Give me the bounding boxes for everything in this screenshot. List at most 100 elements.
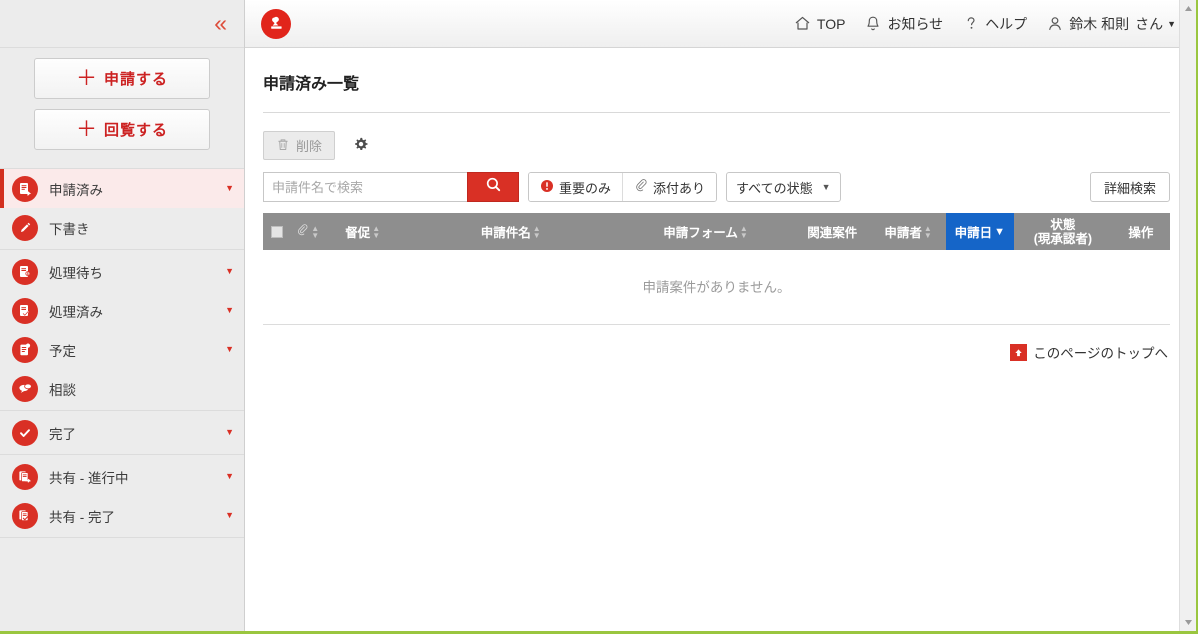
sidebar-header: « bbox=[0, 0, 244, 48]
chevron-down-icon[interactable]: ▼ bbox=[225, 428, 234, 437]
sort-icon[interactable]: ▲ ▼ bbox=[924, 224, 932, 239]
sidebar-item-processed[interactable]: 処理済み ▼ bbox=[0, 291, 244, 330]
state-select[interactable]: すべての状態 ▼ bbox=[726, 172, 841, 202]
sidebar-item-consult[interactable]: 相談 bbox=[0, 369, 244, 408]
apply-date-column[interactable]: 申請日 ▼ bbox=[945, 213, 1015, 250]
chevron-down-icon[interactable]: ▼ bbox=[225, 184, 234, 193]
sidebar-item-label: 申請済み bbox=[49, 182, 103, 198]
sidebar-item-label: 相談 bbox=[49, 382, 76, 398]
back-to-top-link[interactable]: このページのトップへ bbox=[1010, 342, 1168, 362]
sidebar-item-applied[interactable]: 申請済み ▼ bbox=[0, 169, 244, 208]
stamp-logo-icon[interactable] bbox=[261, 8, 291, 39]
chevron-down-icon[interactable]: ▼ bbox=[225, 267, 234, 276]
sidebar-item-label: 処理待ち bbox=[49, 265, 103, 281]
table-header-row: ▲ ▼ 督促 ▲ ▼ 申請件名 ▲ ▼ 申請フォーム ▲ ▼ 関連案件 申請者 … bbox=[263, 213, 1170, 250]
chevron-down-icon[interactable]: ▼ bbox=[225, 472, 234, 481]
sidebar-item-label: 完了 bbox=[49, 426, 76, 442]
applicant-column-label: 申請者 bbox=[884, 226, 922, 240]
vertical-scrollbar[interactable] bbox=[1179, 0, 1196, 631]
sidebar-item-pending[interactable]: 処理待ち ▼ bbox=[0, 252, 244, 291]
paperclip-icon bbox=[634, 178, 648, 196]
sidebar-item-label: 共有 - 進行中 bbox=[49, 470, 129, 486]
status-column-label: 状態 bbox=[1050, 217, 1076, 232]
attachment-column[interactable]: ▲ ▼ bbox=[294, 213, 322, 250]
main-area: TOP お知らせ ヘルプ 鈴木 和則 さん ▼ 申請済み一覧 削除 申請件名で検… bbox=[245, 0, 1196, 631]
subject-column[interactable]: 申請件名 ▲ ▼ bbox=[404, 213, 618, 250]
sidebar-item-completed[interactable]: 完了 ▼ bbox=[0, 413, 244, 452]
scrollbar-track[interactable] bbox=[1180, 17, 1197, 614]
document-check-icon bbox=[12, 297, 38, 324]
select-all-column bbox=[263, 213, 295, 250]
delete-button[interactable]: 削除 bbox=[263, 131, 336, 160]
documents-arrow-icon bbox=[12, 463, 38, 490]
attachment-filter-label: 添付あり bbox=[653, 180, 706, 196]
advanced-search-button[interactable]: 詳細検索 bbox=[1089, 172, 1170, 202]
content-filler bbox=[263, 362, 1170, 631]
attachment-filter-button[interactable]: 添付あり bbox=[622, 173, 717, 201]
sort-icon[interactable]: ▲ ▼ bbox=[372, 224, 380, 239]
sort-icon[interactable]: ▲ ▼ bbox=[311, 224, 319, 239]
notices-link[interactable]: お知らせ bbox=[864, 14, 943, 34]
circulate-button[interactable]: ＋ 回覧する bbox=[34, 109, 210, 150]
plus-icon: ＋ bbox=[75, 67, 98, 90]
sidebar-item-schedule[interactable]: 予定 ▼ bbox=[0, 330, 244, 369]
sidebar-collapse-icon[interactable]: « bbox=[210, 10, 228, 37]
help-link[interactable]: ヘルプ bbox=[962, 14, 1027, 34]
application-window: « ＋ 申請する ＋ 回覧する 申請済み ▼ 下書き 処理待ち ▼ 処理済み ▼… bbox=[0, 0, 1198, 634]
top-link[interactable]: TOP bbox=[793, 14, 845, 33]
sidebar-action-buttons: ＋ 申請する ＋ 回覧する bbox=[0, 48, 244, 168]
list-toolbar: 削除 bbox=[263, 113, 1170, 172]
apply-button-label: 申請する bbox=[103, 71, 168, 88]
filter-button-group: 重要のみ 添付あり bbox=[528, 172, 718, 202]
scroll-up-arrow-icon[interactable] bbox=[1180, 0, 1197, 17]
arrow-up-icon bbox=[1010, 343, 1028, 361]
question-icon bbox=[962, 14, 980, 33]
table-body: 申請案件がありません。 bbox=[263, 250, 1170, 325]
search-box bbox=[263, 172, 519, 202]
empty-state-message: 申請案件がありません。 bbox=[263, 250, 1170, 325]
user-suffix: さん bbox=[1135, 15, 1164, 32]
state-select-value: すべての状態 bbox=[736, 180, 813, 196]
sidebar-group-3: 完了 ▼ bbox=[0, 411, 244, 455]
search-button[interactable] bbox=[467, 172, 519, 202]
top-nav-links: TOP お知らせ ヘルプ 鈴木 和則 さん ▼ bbox=[793, 14, 1188, 34]
magnifier-icon bbox=[484, 175, 503, 199]
documents-check-icon bbox=[12, 502, 38, 529]
pencil-icon bbox=[12, 214, 38, 241]
important-filter-button[interactable]: 重要のみ bbox=[529, 173, 623, 201]
form-column-label: 申請フォーム bbox=[663, 226, 738, 240]
gear-icon[interactable] bbox=[351, 136, 371, 156]
applicant-column[interactable]: 申請者 ▲ ▼ bbox=[870, 213, 946, 250]
page-title: 申請済み一覧 bbox=[263, 48, 1170, 113]
apply-button[interactable]: ＋ 申請する bbox=[34, 58, 210, 99]
search-filter-row: 重要のみ 添付あり すべての状態 ▼ 詳細検索 bbox=[263, 172, 1170, 213]
subject-column-label: 申請件名 bbox=[480, 226, 531, 240]
search-input[interactable] bbox=[263, 172, 467, 202]
sort-icon-desc[interactable]: ▼ bbox=[994, 226, 1005, 237]
page-content: 申請済み一覧 削除 申請件名で検索 重要のみ 添付あり すべての状態 ▼ 詳細検… bbox=[245, 48, 1196, 631]
sidebar-item-shared-completed[interactable]: 共有 - 完了 ▼ bbox=[0, 496, 244, 535]
person-icon bbox=[1046, 14, 1064, 33]
related-case-column-label: 関連案件 bbox=[807, 226, 858, 240]
bell-icon bbox=[864, 14, 882, 33]
reminder-column-label: 督促 bbox=[345, 226, 371, 240]
reminder-column[interactable]: 督促 ▲ ▼ bbox=[321, 213, 405, 250]
chevron-down-icon[interactable]: ▼ bbox=[225, 306, 234, 315]
sidebar-filler bbox=[0, 538, 244, 631]
chevron-down-icon[interactable]: ▼ bbox=[225, 345, 234, 354]
sort-icon[interactable]: ▲ ▼ bbox=[533, 224, 541, 239]
sidebar-item-draft[interactable]: 下書き bbox=[0, 208, 244, 247]
scroll-down-arrow-icon[interactable] bbox=[1180, 614, 1197, 631]
sort-icon[interactable]: ▲ ▼ bbox=[740, 224, 748, 239]
top-link-label: ヘルプ bbox=[985, 15, 1028, 32]
status-column-sublabel: (現承認者) bbox=[1033, 231, 1093, 246]
plus-icon: ＋ bbox=[75, 118, 98, 141]
sidebar-item-label: 下書き bbox=[49, 221, 90, 237]
form-column[interactable]: 申請フォーム ▲ ▼ bbox=[617, 213, 794, 250]
sidebar-item-shared-inprogress[interactable]: 共有 - 進行中 ▼ bbox=[0, 457, 244, 496]
user-menu[interactable]: 鈴木 和則 さん ▼ bbox=[1046, 14, 1176, 34]
top-link-label: お知らせ bbox=[887, 15, 944, 32]
select-all-checkbox[interactable] bbox=[271, 225, 283, 238]
actions-column-label: 操作 bbox=[1128, 226, 1154, 240]
chevron-down-icon[interactable]: ▼ bbox=[225, 511, 234, 520]
